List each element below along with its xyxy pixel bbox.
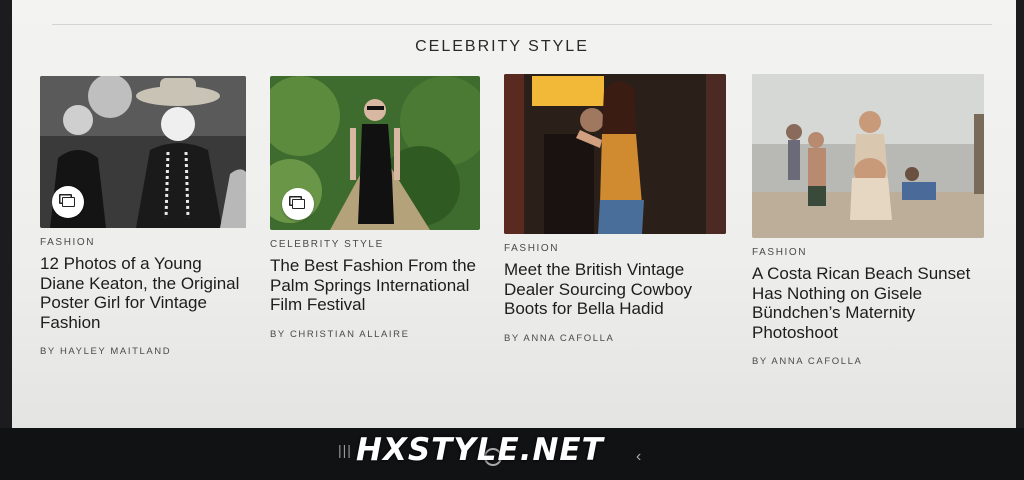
article-category[interactable]: FASHION [504,243,726,254]
article-byline: BY HAYLEY MAITLAND [40,346,172,357]
section-title: CELEBRITY STYLE [415,38,589,55]
article-headline[interactable]: The Best Fashion From the Palm Springs I… [270,256,480,315]
article-thumbnail[interactable] [270,76,480,230]
back-button[interactable]: ‹ [636,448,641,466]
article-category[interactable]: FASHION [752,247,984,258]
article-byline: BY ANNA CAFOLLA [504,332,615,344]
gallery-icon [52,186,84,218]
article-headline[interactable]: A Costa Rican Beach Sunset Has Nothing o… [752,264,984,342]
article-headline[interactable]: Meet the British Vintage Dealer Sourcing… [504,260,726,319]
article-category[interactable]: FASHION [40,237,246,248]
article-thumbnail[interactable] [752,74,984,238]
browser-viewport: CELEBRITY STYLE FASHION 12 Photos of a Y… [12,0,1016,428]
article-category[interactable]: CELEBRITY STYLE [270,239,480,250]
article-byline: BY CHRISTIAN ALLAIRE [270,328,410,340]
article-headline[interactable]: 12 Photos of a Young Diane Keaton, the O… [40,254,246,332]
watermark: HXSTYLE.NET [356,432,604,468]
gallery-icon [282,188,314,220]
recent-apps-button[interactable]: ||| [338,442,352,458]
article-card-1[interactable]: FASHION 12 Photos of a Young Diane Keato… [40,76,246,357]
article-card-2[interactable]: CELEBRITY STYLE The Best Fashion From th… [270,76,480,340]
article-thumbnail[interactable] [504,74,726,234]
article-card-3[interactable]: FASHION Meet the British Vintage Dealer … [504,74,726,344]
article-card-4[interactable]: FASHION A Costa Rican Beach Sunset Has N… [752,74,984,367]
article-thumbnail[interactable] [40,76,246,228]
divider [52,24,992,25]
article-byline: BY ANNA CAFOLLA [752,356,863,367]
